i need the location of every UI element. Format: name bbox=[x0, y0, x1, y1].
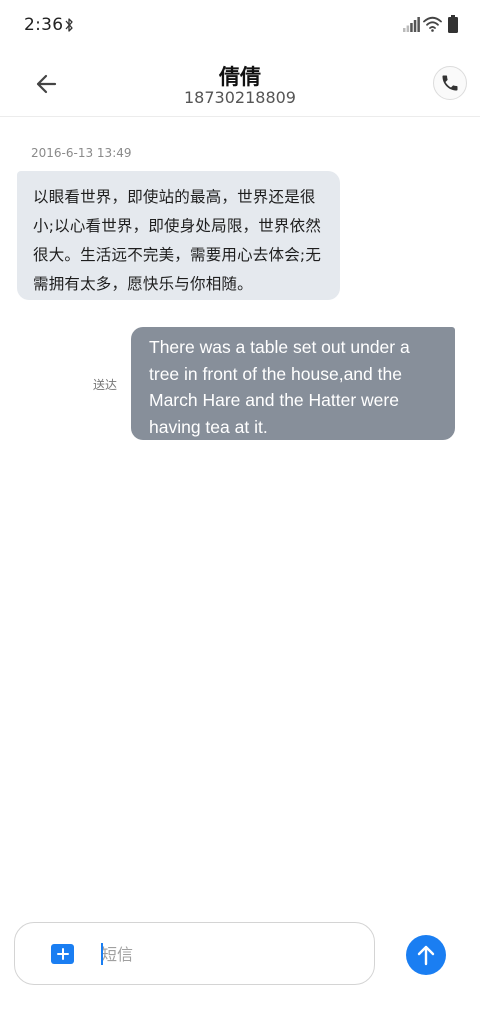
message-input[interactable] bbox=[101, 940, 341, 968]
call-button[interactable] bbox=[433, 66, 467, 100]
battery-icon bbox=[448, 15, 458, 33]
text-cursor bbox=[101, 943, 103, 965]
send-button[interactable] bbox=[406, 935, 446, 975]
plus-icon bbox=[56, 948, 69, 960]
wifi-icon bbox=[423, 16, 442, 32]
message-timestamp: 2016-6-13 13:49 bbox=[31, 146, 132, 160]
attach-button[interactable] bbox=[51, 944, 74, 964]
bluetooth-icon bbox=[65, 18, 73, 32]
contact-name: 倩倩 bbox=[219, 65, 261, 89]
outgoing-message-bubble[interactable]: There was a table set out under a tree i… bbox=[131, 327, 455, 440]
conversation-header: 倩倩 18730218809 bbox=[0, 52, 480, 117]
delivery-status: 送达 bbox=[93, 378, 118, 392]
status-bar: 2:36 bbox=[0, 0, 480, 52]
incoming-message-bubble[interactable]: 以眼看世界，即使站的最高，世界还是很小;以心看世界，即使身处局限，世界依然很大。… bbox=[17, 171, 340, 300]
signal-icon bbox=[403, 17, 420, 32]
compose-bar bbox=[14, 922, 375, 985]
phone-icon bbox=[442, 75, 458, 91]
status-time: 2:36 bbox=[24, 15, 64, 35]
contact-number: 18730218809 bbox=[184, 88, 296, 107]
arrow-up-icon bbox=[417, 945, 435, 966]
